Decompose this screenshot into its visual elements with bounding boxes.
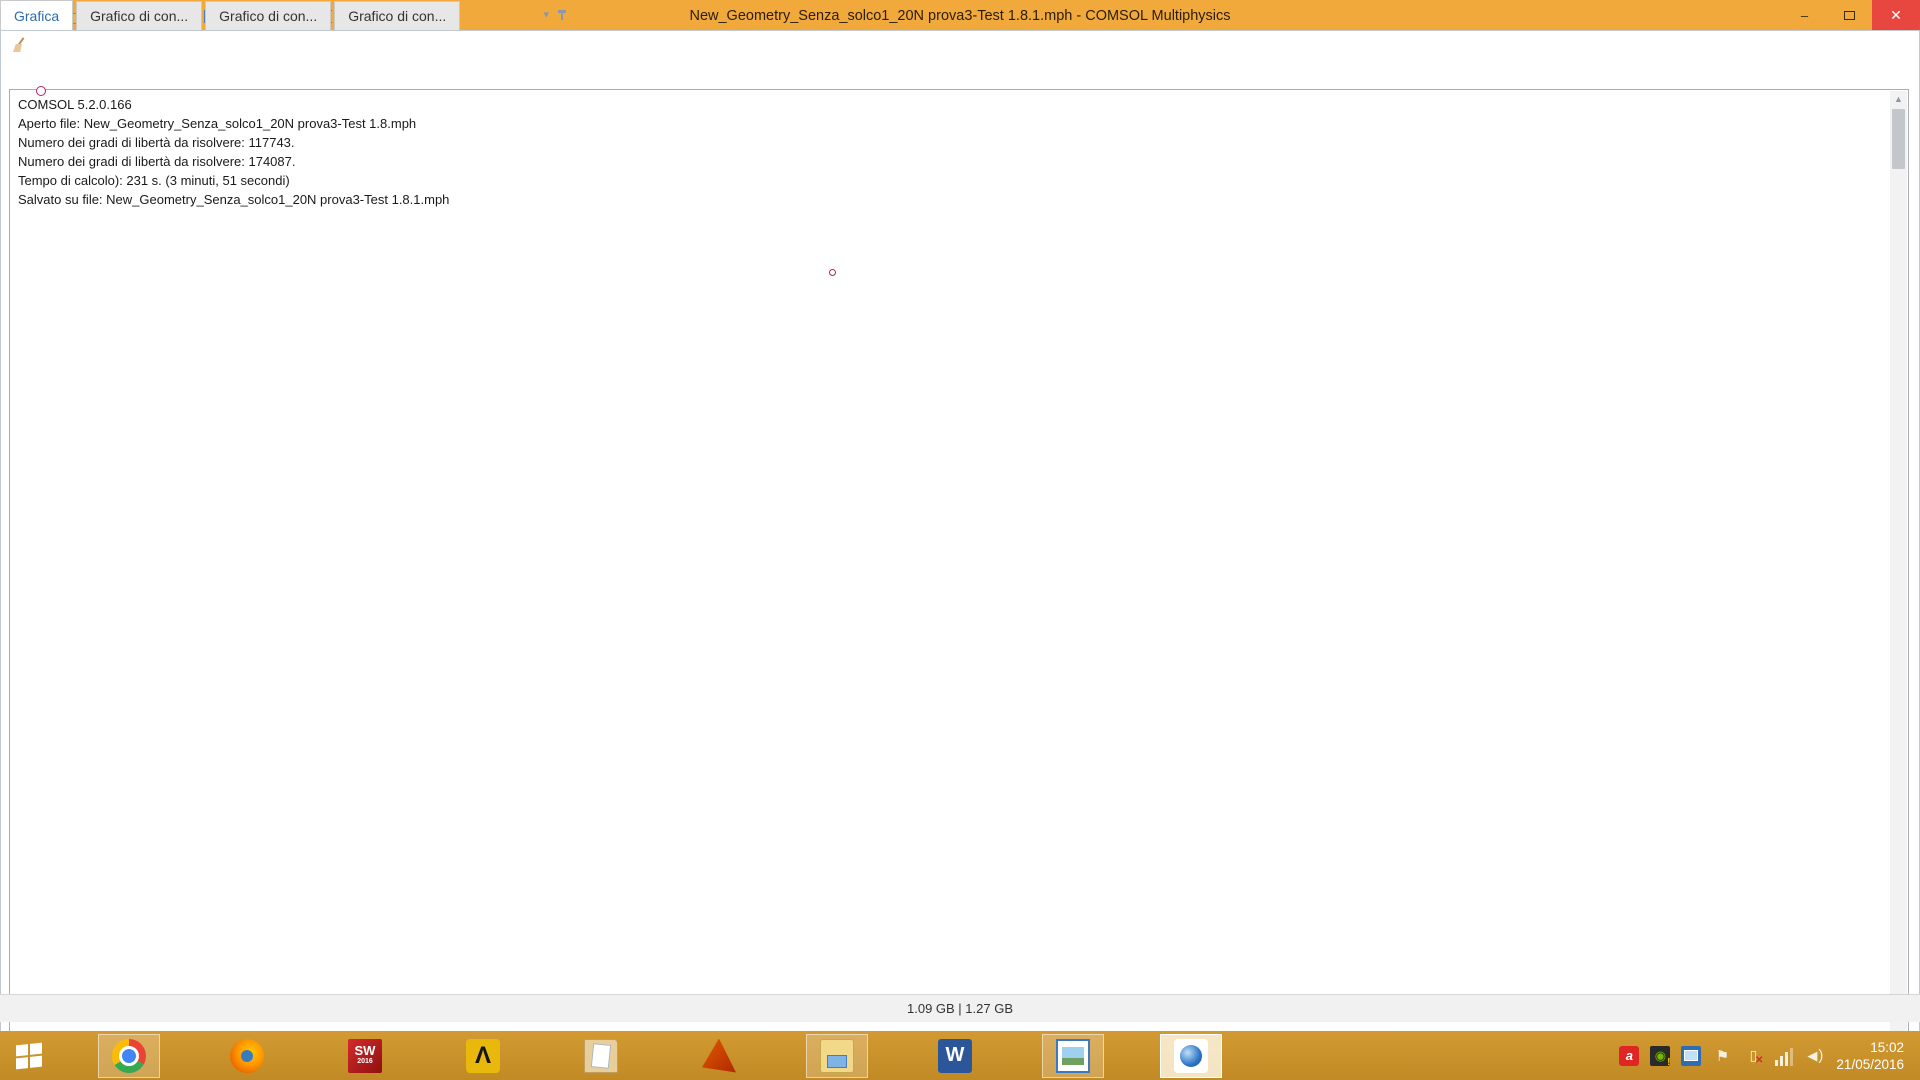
signal-strength-icon[interactable]	[1774, 1046, 1794, 1066]
taskbar: 15:02 21/05/2016	[0, 1031, 1920, 1080]
graphics-tab-2[interactable]: Grafico di con...	[76, 1, 202, 30]
firefox-icon	[230, 1039, 264, 1073]
status-bar: 1.09 GB | 1.27 GB	[0, 994, 1920, 1022]
pin-icon[interactable]	[556, 9, 568, 21]
comsol-icon	[1174, 1039, 1208, 1073]
log-scrollbar[interactable]: ▲ ▼	[1890, 91, 1907, 1069]
graphics-tab-3[interactable]: Grafico di con...	[205, 1, 331, 30]
nvidia-icon[interactable]	[1650, 1046, 1670, 1066]
taskbar-app-solidworks-2016[interactable]	[334, 1034, 396, 1078]
abaqus-icon	[466, 1039, 500, 1073]
log-line: Tempo di calcolo): 231 s. (3 minuti, 51 …	[18, 171, 1884, 190]
maximize-icon	[1844, 11, 1855, 20]
documents-folder-icon	[584, 1039, 618, 1073]
chevron-down-icon[interactable]: ▾	[543, 8, 549, 21]
intel-graphics-icon[interactable]	[1681, 1046, 1701, 1066]
log-line: Numero dei gradi di libertà da risolvere…	[18, 133, 1884, 152]
start-button[interactable]	[0, 1031, 58, 1080]
window-title: New_Geometry_Senza_solco1_20N prova3-Tes…	[689, 0, 1230, 33]
clock-time: 15:02	[1836, 1039, 1904, 1056]
power-disconnected-icon[interactable]	[1743, 1046, 1763, 1066]
close-button[interactable]: ✕	[1872, 0, 1920, 30]
messages-panel: MessaggiAvanzamentoRegistro della soluzi…	[0, 592, 572, 790]
scrollbar-thumb[interactable]	[1892, 109, 1905, 169]
taskbar-app-comsol[interactable]	[1160, 1034, 1222, 1078]
log-output: COMSOL 5.2.0.166Aperto file: New_Geometr…	[9, 89, 1909, 1071]
graphics-tab-4[interactable]: Grafico di con...	[334, 1, 460, 30]
scroll-up-icon[interactable]: ▲	[1890, 91, 1907, 108]
flag-icon[interactable]	[1712, 1046, 1732, 1066]
memory-usage: 1.09 GB | 1.27 GB	[907, 1001, 1013, 1016]
image-viewer-icon	[1056, 1039, 1090, 1073]
taskbar-app-firefox[interactable]	[216, 1034, 278, 1078]
file-manager-icon	[820, 1039, 854, 1073]
windows-logo-icon	[16, 1042, 42, 1069]
avira-icon[interactable]	[1619, 1046, 1639, 1066]
taskbar-app-abaqus[interactable]	[452, 1034, 514, 1078]
log-line: Numero dei gradi di libertà da risolvere…	[18, 152, 1884, 171]
graphics-tab-1[interactable]: Grafica	[0, 0, 73, 30]
taskbar-app-word[interactable]	[924, 1034, 986, 1078]
clear-log-icon[interactable]	[11, 37, 27, 53]
matlab-icon	[702, 1039, 736, 1073]
volume-icon[interactable]	[1805, 1046, 1825, 1066]
chrome-icon	[112, 1039, 146, 1073]
clock-date: 21/05/2016	[1836, 1056, 1904, 1073]
taskbar-clock[interactable]: 15:02 21/05/2016	[1836, 1039, 1904, 1073]
taskbar-app-image-viewer[interactable]	[1042, 1034, 1104, 1078]
taskbar-app-matlab[interactable]	[688, 1034, 750, 1078]
solidworks-2016-icon	[348, 1039, 382, 1073]
log-line: Salvato su file: New_Geometry_Senza_solc…	[18, 190, 1884, 209]
taskbar-app-file-manager[interactable]	[806, 1034, 868, 1078]
word-icon	[938, 1039, 972, 1073]
taskbar-app-documents-folder[interactable]	[570, 1034, 632, 1078]
taskbar-app-chrome[interactable]	[98, 1034, 160, 1078]
log-line: Aperto file: New_Geometry_Senza_solco1_2…	[18, 114, 1884, 133]
log-line: COMSOL 5.2.0.166	[18, 95, 1884, 114]
minimize-button[interactable]: –	[1782, 0, 1827, 30]
maximize-button[interactable]	[1827, 0, 1872, 30]
